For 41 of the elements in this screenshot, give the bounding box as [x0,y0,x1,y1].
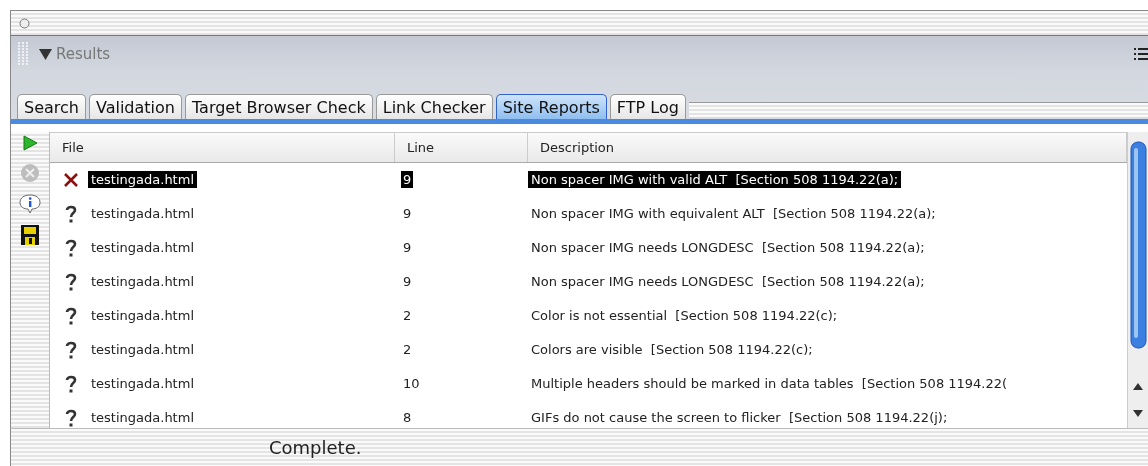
description-cell-text: Color is not essential [Section 508 1194.22(c); [530,307,839,325]
tab[interactable]: Link Checker [375,94,493,119]
line-cell-text: 9 [402,239,413,257]
scrollbar-drawing[interactable] [1127,132,1148,428]
info-icon[interactable] [19,194,41,214]
tab[interactable]: Search [17,94,86,119]
column-header[interactable]: Line [395,133,528,162]
column-header[interactable]: File [50,133,395,162]
description-cell-text: Non spacer IMG with equivalent ALT [Section 508 1194.22(a); [530,205,937,223]
description-cell-text: Colors are visible [Section 508 1194.22(c); [530,341,814,359]
grip-icon[interactable] [17,41,29,67]
tab[interactable]: Site Reports [495,94,607,119]
description-cell-text: Multiple headers should be marked in data tables [Section 508 1194.22( [530,375,1009,393]
disclosure-triangle-icon[interactable] [39,48,52,60]
tab[interactable]: Target Browser Check [185,94,373,119]
description-cell-text: Non spacer IMG needs LONGDESC [Section 508 1194.22(a); [530,239,926,257]
line-cell-text: 9 [402,273,413,291]
file-cell: testingada.html [88,171,197,189]
line-cell-text: 2 [402,307,413,325]
file-cell-text: testingada.html [90,409,195,427]
description-cell: Non spacer IMG with valid ALT [Section 508 1194.22(a); [528,171,902,189]
file-cell-text: testingada.html [90,307,195,325]
file-cell-text: testingada.html [90,375,195,393]
line-cell: 9 [401,171,414,189]
line-cell-text: 10 [402,375,421,393]
line-cell-text: 8 [402,409,413,427]
list-menu-icon[interactable] [1134,47,1148,61]
tab[interactable]: FTP Log [609,94,686,119]
tab[interactable]: Validation [88,94,182,119]
circle-icon[interactable] [19,17,30,29]
status-text: Complete. [269,437,362,458]
play-icon[interactable] [21,134,39,152]
panel-title: Results [56,45,111,63]
description-cell-text: GIFs do not cause the screen to flicker [Section 508 1194.22(j); [530,409,949,427]
file-cell-text: testingada.html [90,273,195,291]
file-cell-text: testingada.html [90,341,195,359]
file-cell-text: testingada.html [90,205,195,223]
line-cell-text: 9 [402,205,413,223]
line-cell-text: 2 [402,341,413,359]
file-cell-text: testingada.html [90,239,195,257]
description-cell-text: Non spacer IMG needs LONGDESC [Section 508 1194.22(a); [530,273,926,291]
